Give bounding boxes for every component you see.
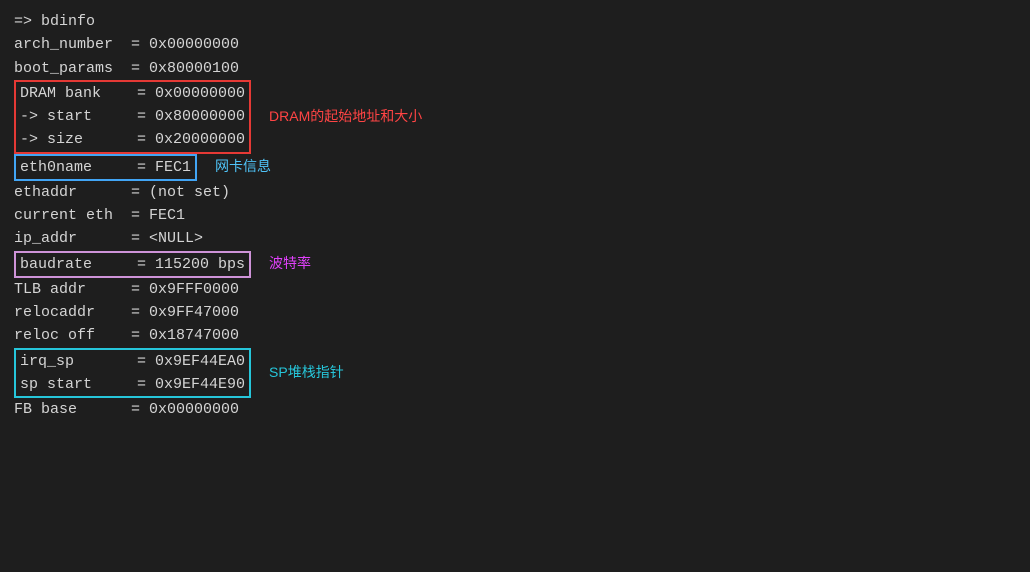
relocaddr-line: relocaddr = 0x9FF47000 <box>14 301 1016 324</box>
ethaddr-line: ethaddr = (not set) <box>14 181 1016 204</box>
arch-number-text: arch_number = 0x00000000 <box>14 33 239 56</box>
dram-start-line: -> start = 0x80000000 <box>20 105 245 128</box>
current-eth-line: current eth = FEC1 <box>14 204 1016 227</box>
dram-size-text: -> size = 0x20000000 <box>20 128 245 151</box>
reloc-off-line: reloc off = 0x18747000 <box>14 324 1016 347</box>
relocaddr-text: relocaddr = 0x9FF47000 <box>14 301 239 324</box>
ip-addr-text: ip_addr = <NULL> <box>14 227 203 250</box>
dram-bank-line: DRAM bank = 0x00000000 <box>20 82 245 105</box>
baudrate-group: baudrate = 115200 bps 波特率 <box>14 251 1016 278</box>
sp-start-text: sp start = 0x9EF44E90 <box>20 373 245 396</box>
irq-sp-text: irq_sp = 0x9EF44EA0 <box>20 350 245 373</box>
boot-params-line: boot_params = 0x80000100 <box>14 57 1016 80</box>
tlb-addr-line: TLB addr = 0x9FFF0000 <box>14 278 1016 301</box>
eth0-group: eth0name = FEC1 网卡信息 <box>14 154 1016 181</box>
irq-annotation: SP堆栈指针 <box>269 362 344 384</box>
sp-start-line: sp start = 0x9EF44E90 <box>20 373 245 396</box>
current-eth-text: current eth = FEC1 <box>14 204 185 227</box>
fb-base-text: FB base = 0x00000000 <box>14 398 239 421</box>
fb-base-line: FB base = 0x00000000 <box>14 398 1016 421</box>
prompt-line: => bdinfo <box>14 10 1016 33</box>
eth0-border-box: eth0name = FEC1 <box>14 154 197 181</box>
eth0-annotation: 网卡信息 <box>215 156 271 178</box>
prompt-text: => bdinfo <box>14 10 95 33</box>
terminal-output: => bdinfo arch_number = 0x00000000 boot_… <box>14 10 1016 421</box>
eth0name-text: eth0name = FEC1 <box>20 156 191 179</box>
irq-sp-line: irq_sp = 0x9EF44EA0 <box>20 350 245 373</box>
dram-border-box: DRAM bank = 0x00000000 -> start = 0x8000… <box>14 80 251 154</box>
tlb-addr-text: TLB addr = 0x9FFF0000 <box>14 278 239 301</box>
boot-params-text: boot_params = 0x80000100 <box>14 57 239 80</box>
baudrate-line: baudrate = 115200 bps <box>20 253 245 276</box>
irq-group: irq_sp = 0x9EF44EA0 sp start = 0x9EF44E9… <box>14 348 1016 399</box>
reloc-off-text: reloc off = 0x18747000 <box>14 324 239 347</box>
baudrate-border-box: baudrate = 115200 bps <box>14 251 251 278</box>
ethaddr-text: ethaddr = (not set) <box>14 181 230 204</box>
dram-bank-text: DRAM bank = 0x00000000 <box>20 82 245 105</box>
dram-group: DRAM bank = 0x00000000 -> start = 0x8000… <box>14 80 1016 154</box>
dram-start-text: -> start = 0x80000000 <box>20 105 245 128</box>
ip-addr-line: ip_addr = <NULL> <box>14 227 1016 250</box>
baudrate-annotation: 波特率 <box>269 253 311 275</box>
dram-annotation: DRAM的起始地址和大小 <box>269 106 422 128</box>
dram-size-line: -> size = 0x20000000 <box>20 128 245 151</box>
arch-number-line: arch_number = 0x00000000 <box>14 33 1016 56</box>
baudrate-text: baudrate = 115200 bps <box>20 253 245 276</box>
eth0name-line: eth0name = FEC1 <box>20 156 191 179</box>
irq-border-box: irq_sp = 0x9EF44EA0 sp start = 0x9EF44E9… <box>14 348 251 399</box>
